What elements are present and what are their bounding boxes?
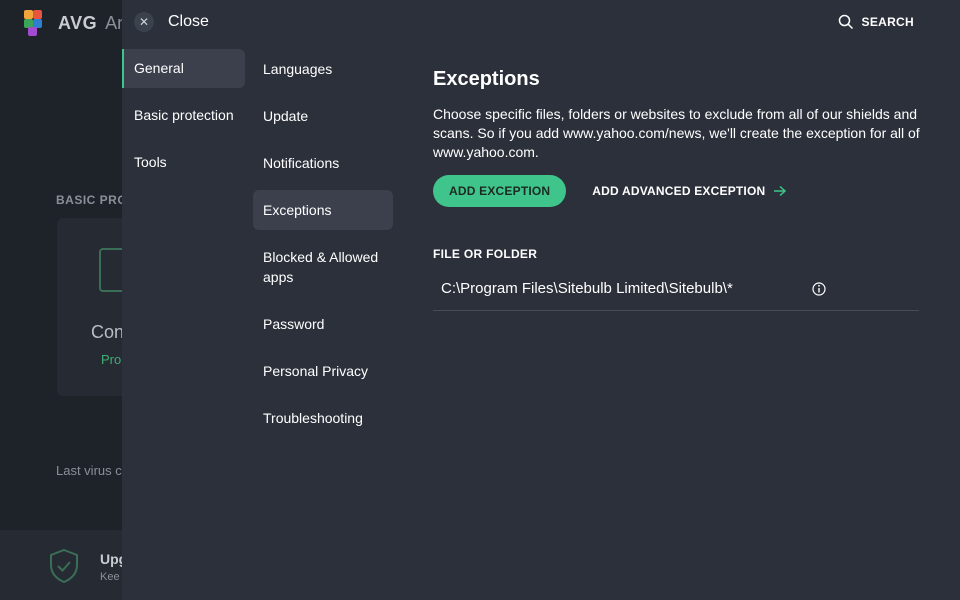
subcategory-exceptions[interactable]: Exceptions <box>253 190 393 230</box>
subcategory-password[interactable]: Password <box>253 304 393 344</box>
exceptions-description: Choose specific files, folders or websit… <box>433 106 920 160</box>
exception-actions: ADD EXCEPTION ADD ADVANCED EXCEPTION <box>433 175 923 207</box>
category-list: General Basic protection Tools <box>122 49 245 190</box>
footer-subtitle: Kee <box>100 571 120 583</box>
background-section-title: BASIC PRO <box>56 193 128 207</box>
subcategory-personal-privacy[interactable]: Personal Privacy <box>253 351 393 391</box>
exception-row[interactable]: C:\Program Files\Sitebulb Limited\Sitebu… <box>433 271 919 311</box>
category-basic-protection[interactable]: Basic protection <box>122 96 245 135</box>
exception-path: C:\Program Files\Sitebulb Limited\Sitebu… <box>441 280 733 297</box>
add-advanced-exception-link[interactable]: ADD ADVANCED EXCEPTION <box>592 184 787 198</box>
search-icon <box>838 14 853 30</box>
app-logo: AVG An <box>24 10 127 36</box>
file-or-folder-header: FILE OR FOLDER <box>433 247 538 261</box>
category-general[interactable]: General <box>122 49 245 88</box>
close-button[interactable]: ✕ Close <box>134 12 209 32</box>
exceptions-content: Exceptions Choose specific files, folder… <box>433 68 923 311</box>
page-title: Exceptions <box>433 68 540 90</box>
last-scan-text: Last virus c <box>56 463 122 478</box>
close-label: Close <box>168 13 209 30</box>
settings-topbar: ✕ Close SEARCH <box>122 0 960 46</box>
avg-logo-icon <box>24 10 52 36</box>
subcategory-notifications[interactable]: Notifications <box>253 143 393 183</box>
search-button[interactable]: SEARCH <box>838 14 914 30</box>
card-status: Pro <box>101 352 122 367</box>
arrow-right-icon <box>774 185 787 197</box>
subcategory-blocked-allowed-apps[interactable]: Blocked & Allowed apps <box>253 237 393 297</box>
card-title: Con <box>91 322 125 342</box>
close-icon: ✕ <box>134 12 154 32</box>
add-exception-button[interactable]: ADD EXCEPTION <box>433 175 567 207</box>
settings-panel: ✕ Close SEARCH General Basic protection … <box>122 0 960 600</box>
shield-check-icon <box>50 548 78 584</box>
subcategory-troubleshooting[interactable]: Troubleshooting <box>253 398 393 438</box>
subcategory-languages[interactable]: Languages <box>253 49 393 89</box>
search-label: SEARCH <box>861 15 914 29</box>
add-advanced-exception-label: ADD ADVANCED EXCEPTION <box>592 184 766 198</box>
subcategory-update[interactable]: Update <box>253 96 393 136</box>
brand-name: AVG <box>58 12 98 33</box>
subcategory-list: Languages Update Notifications Exception… <box>253 49 393 445</box>
info-icon[interactable] <box>812 282 826 296</box>
category-tools[interactable]: Tools <box>122 143 245 182</box>
